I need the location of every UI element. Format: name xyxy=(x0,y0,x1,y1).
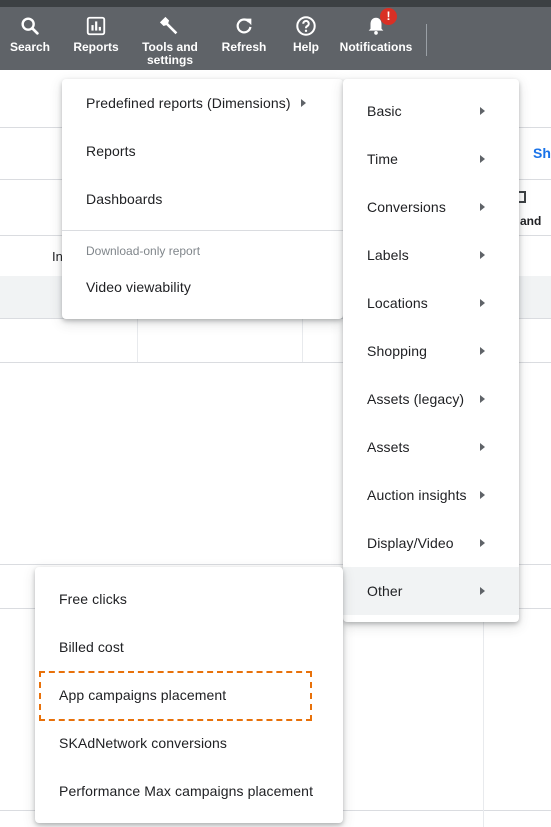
submenu-item-performance-max-placement[interactable]: Performance Max campaigns placement xyxy=(35,767,343,815)
chevron-right-icon xyxy=(480,299,485,307)
help-button[interactable]: Help xyxy=(286,7,326,70)
chevron-right-icon xyxy=(480,395,485,403)
chevron-right-icon xyxy=(480,539,485,547)
reports-menu: Predefined reports (Dimensions) Reports … xyxy=(62,79,343,319)
chevron-right-icon xyxy=(300,99,306,107)
bg-expand-label[interactable]: and xyxy=(520,214,541,228)
bell-icon: ! xyxy=(364,8,397,38)
menu-item-video-viewability[interactable]: Video viewability xyxy=(62,263,343,311)
bg-column-line xyxy=(302,318,303,362)
top-strip xyxy=(0,0,551,7)
refresh-label: Refresh xyxy=(221,40,267,54)
submenu-item-other[interactable]: Other xyxy=(343,567,519,615)
submenu-item-basic[interactable]: Basic xyxy=(343,87,519,135)
wrench-icon xyxy=(158,14,182,38)
bg-show-link[interactable]: Sho xyxy=(533,145,551,161)
submenu-item-skadnetwork-conversions[interactable]: SKAdNetwork conversions xyxy=(35,719,343,767)
menu-separator xyxy=(62,230,343,231)
notifications-button[interactable]: ! Notifications xyxy=(336,7,416,70)
notification-badge: ! xyxy=(380,8,397,25)
menu-item-reports[interactable]: Reports xyxy=(62,127,343,175)
submenu-item-assets-legacy[interactable]: Assets (legacy) xyxy=(343,375,519,423)
bg-column-line xyxy=(137,318,138,362)
chevron-right-icon xyxy=(480,203,485,211)
search-button[interactable]: Search xyxy=(8,7,52,70)
notifications-label: Notifications xyxy=(339,40,413,54)
menu-item-dashboards[interactable]: Dashboards xyxy=(62,175,343,223)
help-label: Help xyxy=(292,40,319,54)
chevron-right-icon xyxy=(480,587,485,595)
submenu-item-billed-cost[interactable]: Billed cost xyxy=(35,623,343,671)
search-label: Search xyxy=(9,40,51,54)
reports-label: Reports xyxy=(73,40,119,54)
top-toolbar: Search Reports Tools and settings Refresh… xyxy=(0,7,551,70)
chevron-right-icon xyxy=(480,107,485,115)
help-icon xyxy=(294,14,318,38)
refresh-icon xyxy=(232,14,256,38)
dimensions-submenu: Basic Time Conversions Labels Locations … xyxy=(343,79,519,622)
search-icon xyxy=(18,14,42,38)
tools-label: Tools and settings xyxy=(142,40,198,67)
download-only-header: Download-only report xyxy=(86,244,201,258)
chevron-right-icon xyxy=(480,347,485,355)
tools-and-settings-button[interactable]: Tools and settings xyxy=(138,7,202,70)
chevron-right-icon xyxy=(480,491,485,499)
toolbar-divider xyxy=(426,24,427,56)
chevron-right-icon xyxy=(480,443,485,451)
submenu-item-auction-insights[interactable]: Auction insights xyxy=(343,471,519,519)
highlight-box xyxy=(39,671,312,721)
menu-item-predefined-reports[interactable]: Predefined reports (Dimensions) xyxy=(62,79,343,127)
reports-button[interactable]: Reports xyxy=(70,7,122,70)
submenu-item-free-clicks[interactable]: Free clicks xyxy=(35,575,343,623)
submenu-item-conversions[interactable]: Conversions xyxy=(343,183,519,231)
submenu-item-display-video[interactable]: Display/Video xyxy=(343,519,519,567)
submenu-item-labels[interactable]: Labels xyxy=(343,231,519,279)
refresh-button[interactable]: Refresh xyxy=(218,7,270,70)
submenu-item-shopping[interactable]: Shopping xyxy=(343,327,519,375)
submenu-item-assets[interactable]: Assets xyxy=(343,423,519,471)
chevron-right-icon xyxy=(480,251,485,259)
reports-icon xyxy=(84,14,108,38)
submenu-item-locations[interactable]: Locations xyxy=(343,279,519,327)
submenu-item-time[interactable]: Time xyxy=(343,135,519,183)
chevron-right-icon xyxy=(480,155,485,163)
